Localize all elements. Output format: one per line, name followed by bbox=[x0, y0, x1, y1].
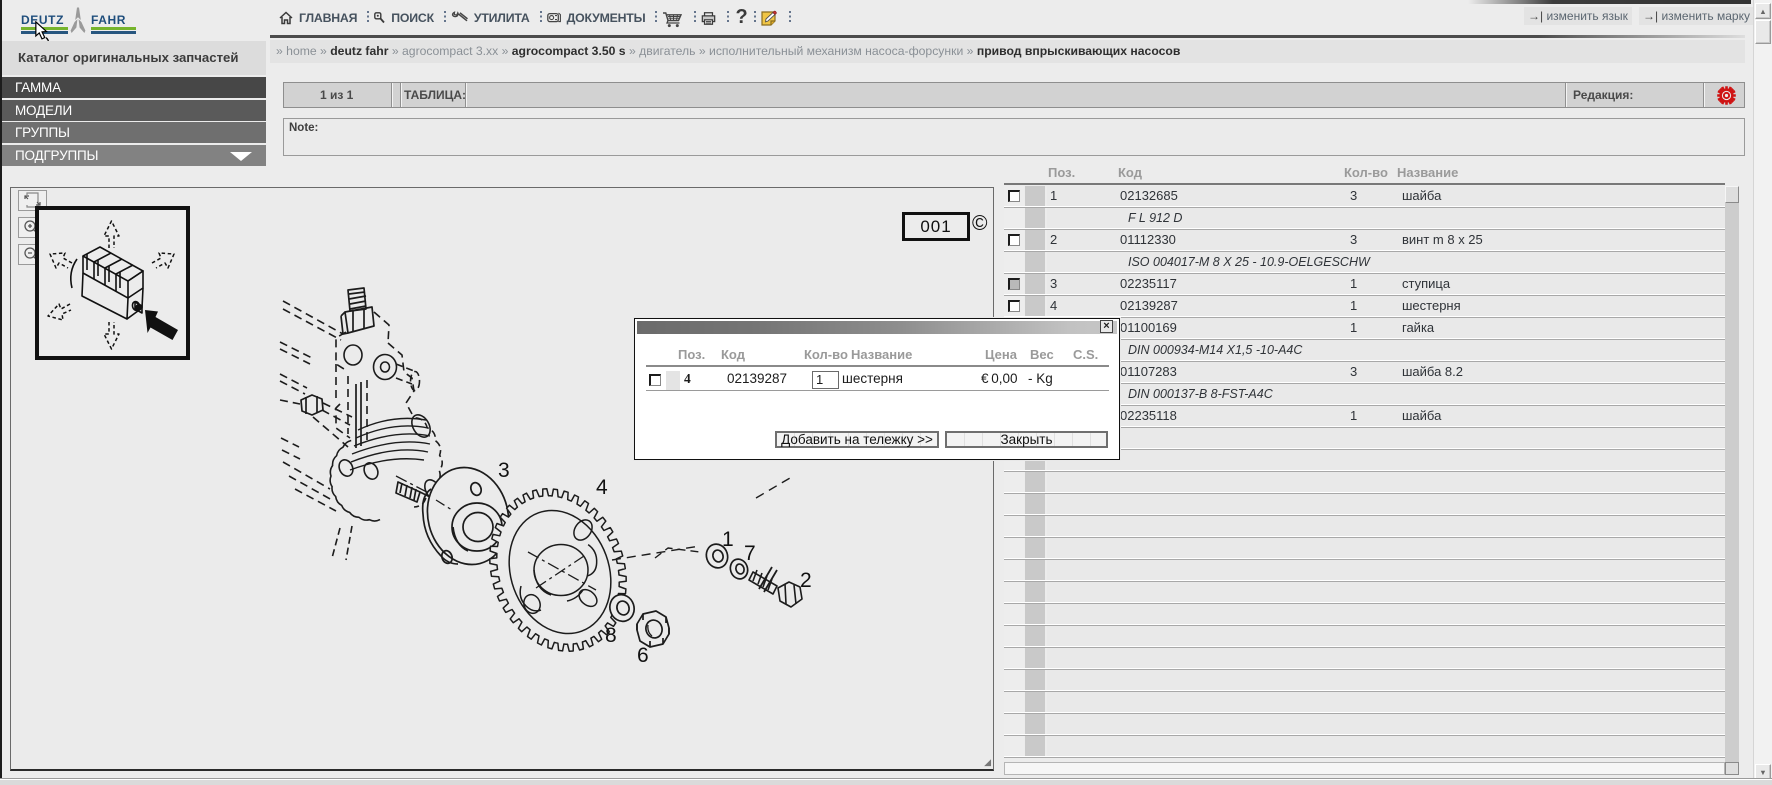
svg-text:6: 6 bbox=[637, 644, 649, 667]
svg-text:4: 4 bbox=[596, 476, 608, 499]
svg-text:3: 3 bbox=[498, 459, 510, 482]
svg-text:7: 7 bbox=[744, 542, 756, 565]
svg-text:2: 2 bbox=[800, 569, 812, 592]
svg-text:8: 8 bbox=[605, 624, 617, 647]
svg-text:1: 1 bbox=[722, 528, 734, 551]
